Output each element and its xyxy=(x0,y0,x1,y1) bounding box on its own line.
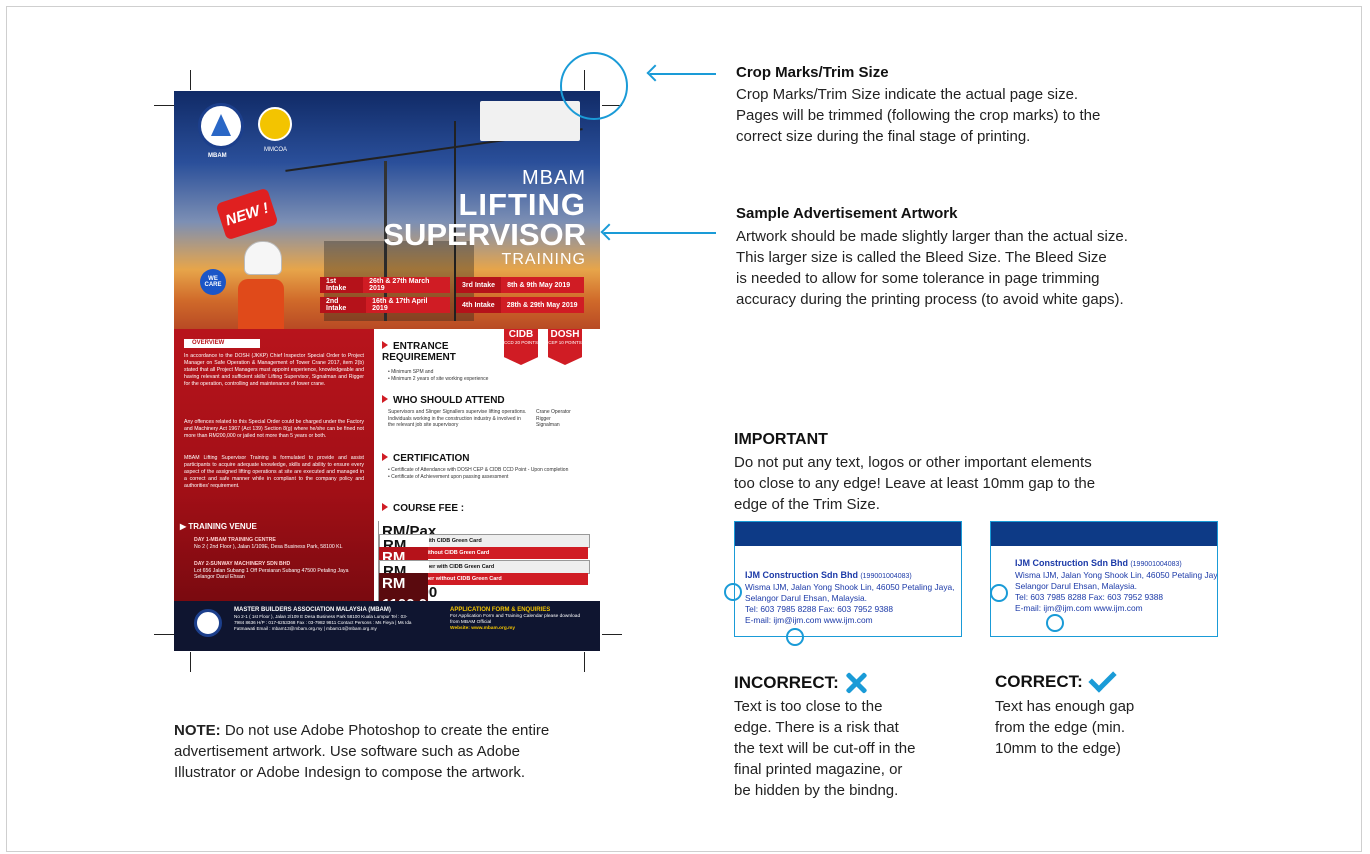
footer-mbam-logo xyxy=(194,609,222,637)
course-fee-heading: COURSE FEE : xyxy=(382,503,464,514)
footer-address: No 2-1 ( 1st Floor ), Jalan 2/109 E Desa… xyxy=(234,614,412,631)
incorrect-explanation: Text is too close to the edge. There is … xyxy=(734,698,916,799)
poster-footer: MASTER BUILDERS ASSOCIATION MALAYSIA (MB… xyxy=(174,601,600,651)
poster-title-training: TRAINING xyxy=(501,251,586,268)
who-should-attend-roles: Crane Operator Rigger Signalman xyxy=(536,409,571,428)
mbam-logo xyxy=(198,103,244,149)
crop-mark-bl-v xyxy=(190,652,191,672)
footer-org-name: MASTER BUILDERS ASSOCIATION MALAYSIA (MB… xyxy=(234,607,391,613)
venue-day-2: DAY 2-SUNWAY MACHINERY SDN BHD Lot 656 Ja… xyxy=(194,561,349,580)
government-logos xyxy=(480,101,580,141)
intake-3: 3rd Intake 8th & 9th May 2019 xyxy=(456,277,584,293)
crop-marks-arrow xyxy=(650,73,716,75)
fee-row-4: Non-MBAM Member without CIDB Green Card R… xyxy=(378,573,588,615)
fee-column-header: RM/Pax xyxy=(378,521,588,542)
footer-enquiries-text: For Application Form and Training Calend… xyxy=(450,614,581,631)
correct-label: CORRECT: xyxy=(995,663,1117,693)
photoshop-note: NOTE: Do not use Adobe Photoshop to crea… xyxy=(174,722,550,781)
worker-mascot-body xyxy=(238,279,284,331)
mbam-logo-caption: MBAM xyxy=(208,153,227,159)
cross-icon xyxy=(845,672,867,694)
incorrect-business-card: IJM Construction Sdn Bhd (199001004083) … xyxy=(734,521,962,637)
dosh-badge: DOSH CEP 10 POINTS xyxy=(548,329,582,365)
fee-row-1: MBAM Member with CIDB Green CardRM 850.0… xyxy=(378,534,590,577)
sample-artwork-title: Sample Advertisement Artwork xyxy=(736,205,958,222)
crop-mark-bl-h xyxy=(154,634,174,635)
crop-mark-br-v xyxy=(584,652,585,672)
crop-corner-highlight-ring xyxy=(560,52,628,120)
incorrect-edge-ring-bottom xyxy=(786,628,804,646)
venue-day-1: DAY 1-MBAM TRAINING CENTRE No 2 ( 2nd Flo… xyxy=(194,537,343,550)
who-should-attend-list: Supervisors and Slinger Signallers super… xyxy=(388,409,527,428)
intake-4: 4th Intake 28th & 29th May 2019 xyxy=(456,297,584,313)
correct-business-card: IJM Construction Sdn Bhd (199001004083) … xyxy=(990,521,1218,637)
overview-paragraph-1: In accordance to the DOSH (JKKP) Chief I… xyxy=(184,353,364,387)
poster-title-supervisor: SUPERVISOR xyxy=(383,217,586,252)
crop-marks-title: Crop Marks/Trim Size xyxy=(736,64,889,81)
who-should-attend-heading: WHO SHOULD ATTEND xyxy=(382,395,505,406)
incorrect-edge-ring-left xyxy=(724,583,742,601)
sample-artwork-arrow xyxy=(604,232,716,234)
fee-row-3: Non-MBAM Member with CIDB Green CardRM 1… xyxy=(378,560,590,603)
entrance-requirement-text: • Minimum SPM and • Minimum 2 years of s… xyxy=(388,369,489,382)
certification-heading: CERTIFICATION xyxy=(382,453,469,464)
mmcoa-logo xyxy=(258,107,292,141)
crop-marks-description: Crop Marks/Trim Size indicate the actual… xyxy=(736,86,1101,145)
certification-text: • Certificate of Attendance with DOSH CE… xyxy=(388,467,569,480)
incorrect-label: INCORRECT: xyxy=(734,672,867,694)
overview-tag: OVERVIEW xyxy=(184,339,260,348)
important-title: IMPORTANT xyxy=(734,431,828,448)
requirements-panel: CIDB CCD 20 POINTS DOSH CEP 10 POINTS ENTR… xyxy=(374,329,600,615)
new-badge: NEW ! xyxy=(215,187,279,241)
training-venue-heading: ▶ TRAINING VENUE xyxy=(180,522,257,531)
mmcoa-logo-caption: MMCOA xyxy=(264,147,287,153)
fee-row-2: MBAM Member without CIDB Green CardRM 95… xyxy=(378,547,588,589)
footer-enquiries-heading: APPLICATION FORM & ENQUIRIES xyxy=(450,607,551,613)
entrance-requirement-heading: ENTRANCE REQUIREMENT xyxy=(382,341,492,363)
worker-mascot-helmet xyxy=(244,241,282,275)
correct-card-text: IJM Construction Sdn Bhd (199001004083) … xyxy=(1015,558,1218,613)
crop-mark-tl-h xyxy=(154,105,174,106)
overview-panel: OVERVIEW In accordance to the DOSH (JKKP… xyxy=(174,329,374,601)
intake-2: 2nd Intake 16th & 17th April 2019 xyxy=(320,297,450,313)
crop-mark-br-h xyxy=(602,634,622,635)
crop-mark-tl-v xyxy=(190,70,191,90)
incorrect-card-text: IJM Construction Sdn Bhd (199001004083) … xyxy=(745,570,955,625)
correct-edge-ring-bottom xyxy=(1046,614,1064,632)
we-care-badge: WE CARE xyxy=(200,269,226,295)
cidb-badge: CIDB CCD 20 POINTS xyxy=(504,329,538,365)
sample-artwork-description: Artwork should be made slightly larger t… xyxy=(736,228,1128,308)
correct-explanation: Text has enough gap from the edge (min. … xyxy=(995,698,1135,757)
correct-edge-ring-left xyxy=(990,584,1008,602)
important-description: Do not put any text, logos or other impo… xyxy=(734,454,1096,513)
overview-paragraph-3: MBAM Lifting Supervisor Training is form… xyxy=(184,455,364,489)
note-label: NOTE: xyxy=(174,722,221,739)
overview-paragraph-2: Any offences related to this Special Ord… xyxy=(184,419,364,439)
poster-hero: MBAM MMCOA MBAM LIFTING SUPERVISOR TRAIN… xyxy=(174,91,600,331)
sample-advertisement: MBAM MMCOA MBAM LIFTING SUPERVISOR TRAIN… xyxy=(174,91,600,651)
intake-1: 1st Intake 26th & 27th March 2019 xyxy=(320,277,450,293)
